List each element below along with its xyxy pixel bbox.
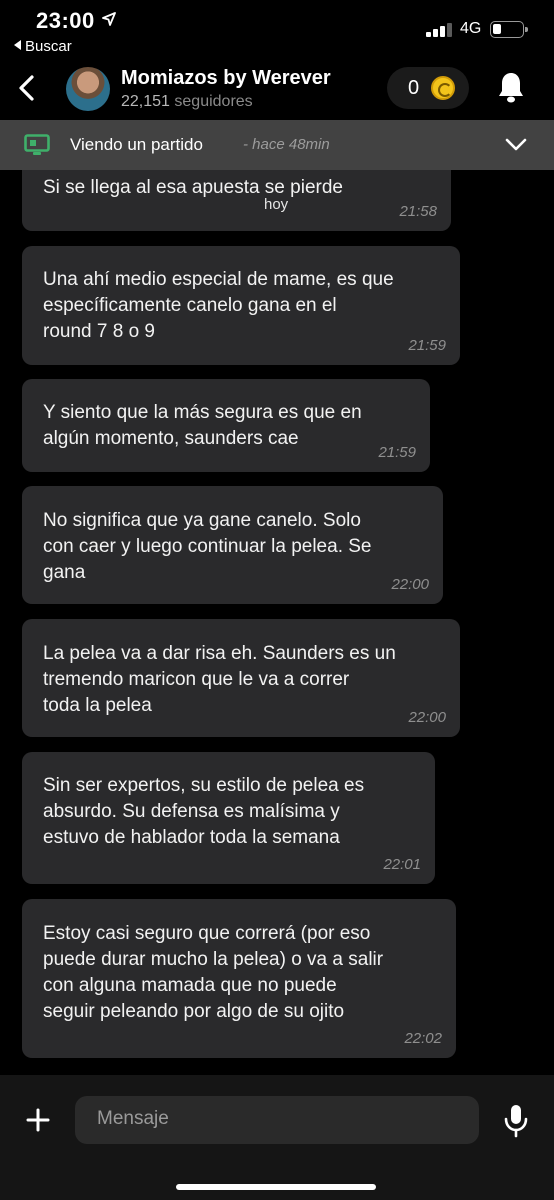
page-title[interactable]: Momiazos by Werever [121, 67, 331, 90]
message-time: 22:00 [408, 709, 446, 726]
banner-text: Viendo un partido [70, 135, 203, 154]
message-bubble[interactable]: Una ahí medio especial de mame, es que e… [22, 246, 460, 365]
network-label: 4G [460, 20, 482, 37]
composer-bar: Mensaje [0, 1075, 554, 1200]
message-bubble[interactable]: Sin ser expertos, su estilo de pelea es … [22, 752, 435, 884]
message-time: 22:02 [404, 1030, 442, 1047]
chevron-down-icon[interactable] [505, 136, 527, 152]
date-label: hoy [264, 196, 289, 213]
message-time: 21:58 [399, 203, 437, 220]
message-time: 21:59 [378, 444, 416, 461]
message-text: Y siento que la más segura es que en alg… [43, 402, 362, 449]
battery-icon [490, 21, 528, 38]
message-placeholder: Mensaje [97, 1108, 169, 1129]
message-text: Estoy casi seguro que correrá (por eso p… [43, 923, 384, 1022]
message-time: 22:01 [383, 856, 421, 873]
followers-count: 22,151 seguidores [121, 93, 253, 111]
back-chevron-icon[interactable] [12, 70, 42, 106]
signal-icon [426, 23, 454, 37]
message-input[interactable]: Mensaje [75, 1096, 479, 1144]
coins-count: 0 [408, 77, 420, 99]
plus-icon[interactable] [26, 1108, 50, 1132]
message-bubble[interactable]: No significa que ya gane canelo. Solo co… [22, 486, 443, 604]
message-bubble[interactable]: La pelea va a dar risa eh. Saunders es u… [22, 619, 460, 737]
message-text: No significa que ya gane canelo. Solo co… [43, 510, 372, 583]
status-time: 23:00 [36, 8, 95, 33]
tv-icon [24, 134, 50, 155]
location-arrow-icon [102, 12, 116, 26]
message-text: Si se llega al esa apuesta se pierde [43, 177, 343, 198]
back-to-app-link[interactable]: Buscar [14, 38, 72, 55]
message-text: Una ahí medio especial de mame, es que e… [43, 269, 394, 342]
message-bubble[interactable]: Si se llega al esa apuesta se pierde 21:… [22, 170, 451, 231]
avatar[interactable] [66, 67, 110, 111]
message-bubble[interactable]: Y siento que la más segura es que en alg… [22, 379, 430, 472]
coins-button[interactable]: 0 [387, 67, 469, 109]
banner-time: - hace 48min [243, 136, 330, 153]
coin-icon [431, 76, 455, 100]
message-text: Sin ser expertos, su estilo de pelea es … [43, 775, 365, 848]
followers-label: seguidores [174, 93, 253, 110]
back-triangle-icon [14, 40, 21, 50]
followers-number: 22,151 [121, 93, 170, 110]
microphone-icon[interactable] [503, 1104, 529, 1138]
back-app-label: Buscar [25, 38, 72, 55]
chat-messages[interactable]: Si se llega al esa apuesta se pierde 21:… [0, 170, 554, 1075]
message-time: 21:59 [408, 337, 446, 354]
message-text: La pelea va a dar risa eh. Saunders es u… [43, 643, 396, 716]
activity-banner[interactable]: Viendo un partido - hace 48min [0, 120, 554, 170]
message-time: 22:00 [391, 576, 429, 593]
status-bar: 23:00 Buscar 4G [0, 0, 554, 58]
bell-icon[interactable] [496, 70, 526, 104]
home-indicator [176, 1184, 376, 1190]
chat-header: Momiazos by Werever 22,151 seguidores 0 [0, 58, 554, 120]
message-bubble[interactable]: Estoy casi seguro que correrá (por eso p… [22, 899, 456, 1058]
